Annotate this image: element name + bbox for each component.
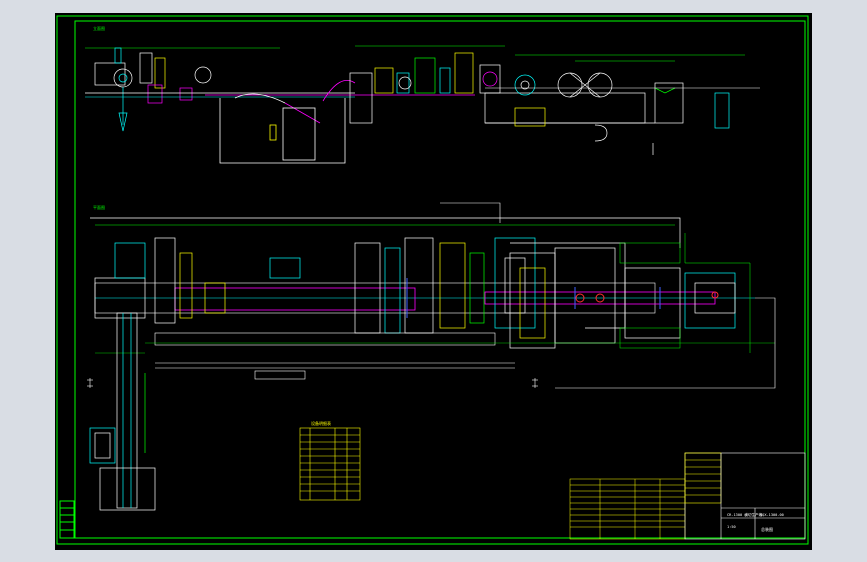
title-stamp: 总装图 (761, 526, 773, 532)
side-strip (59, 500, 75, 539)
uncoiler (94, 47, 212, 132)
leveler-shear (349, 52, 501, 124)
plan-label: 平面图 (93, 204, 105, 210)
equipment-table: 设备明细表 (299, 420, 361, 501)
title-scale: 1:50 (727, 525, 736, 529)
title-drawing-no: HQX-1300-00 (760, 513, 784, 517)
elevation-label: 立面图 (93, 25, 105, 31)
section-markers (87, 378, 538, 388)
title-block: CR-1300 横切生产线 HQX-1300-00 1:50 总装图 (684, 452, 806, 540)
stacker-elevation (484, 72, 730, 155)
plan-view: 平面图 (87, 202, 776, 511)
title-main: CR-1300 横切生产线 (727, 512, 763, 517)
elevation-view: 立面图 (85, 25, 760, 164)
drawing-canvas[interactable]: 立面图 平面图 设备明细表 CR-1300 横切生产线 HQX-1300-00 … (55, 13, 812, 550)
equipment-table-title: 设备明细表 (311, 420, 331, 426)
revision-block (569, 478, 686, 540)
exit-conveyor (89, 312, 156, 511)
cad-model-space[interactable]: 立面图 平面图 设备明细表 CR-1300 横切生产线 HQX-1300-00 … (55, 13, 812, 550)
